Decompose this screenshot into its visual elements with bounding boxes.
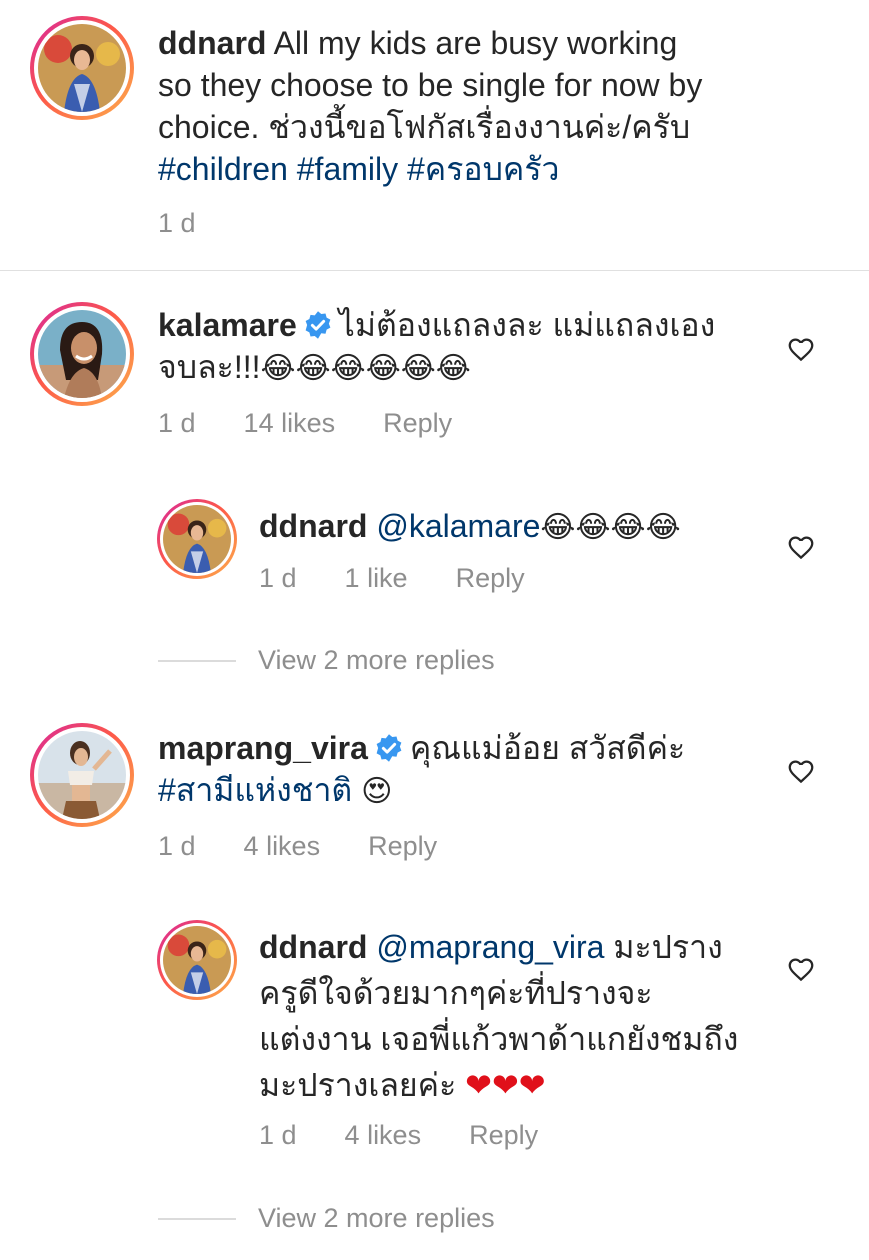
comment-meta: 1 d [158, 208, 244, 239]
caption-line: so they choose to be single for now by [158, 67, 703, 103]
reply-text: ddnard @kalamare😂😂😂😂 [259, 505, 759, 549]
avatar[interactable] [157, 920, 237, 1000]
avatar-image-kalamare [38, 310, 126, 398]
avatar-image-ddnard [38, 24, 126, 112]
reply-line: แต่งงาน เจอพี่แก้วพาด้าแกยังชมถึง [259, 1021, 739, 1057]
reply-button[interactable]: Reply [368, 831, 437, 862]
reply-item: ddnard @maprang_vira มะปราง ครูดีใจด้วยม… [0, 918, 869, 1168]
mention-link[interactable]: @maprang_vira [376, 929, 604, 965]
reply-line: มะปราง [613, 929, 723, 965]
reply-button[interactable]: Reply [469, 1120, 538, 1151]
hashtags[interactable]: #children #family #ครอบครัว [158, 151, 559, 187]
comment-line: คุณแม่อ้อย สวัสดีค่ะ [409, 730, 686, 766]
username[interactable]: ddnard [158, 25, 266, 61]
red-hearts-emoji: ❤❤❤ [465, 1067, 546, 1103]
laughing-emoji: 😂😂😂😂 [540, 511, 681, 544]
avatar[interactable] [30, 723, 134, 827]
username[interactable]: kalamare [158, 307, 297, 343]
timestamp: 1 d [259, 563, 297, 593]
username[interactable]: maprang_vira [158, 730, 368, 766]
verified-badge-icon [376, 734, 402, 762]
likes-count[interactable]: 1 like [345, 563, 408, 594]
caption-comment: ddnard All my kids are busy working so t… [0, 0, 869, 270]
mention-link[interactable]: @kalamare [376, 508, 540, 544]
divider [0, 270, 869, 271]
heart-outline-icon[interactable] [786, 954, 816, 984]
view-more-label: View 2 more replies [258, 1203, 495, 1233]
avatar[interactable] [30, 302, 134, 406]
comment-meta: 1 d 1 like Reply [259, 563, 573, 594]
verified-badge-icon [305, 311, 331, 339]
comment-meta: 1 d 4 likes Reply [259, 1120, 586, 1151]
reply-text: ddnard @maprang_vira มะปราง ครูดีใจด้วยม… [259, 924, 759, 1108]
heart-outline-icon[interactable] [786, 334, 816, 364]
view-more-replies-button[interactable]: View 2 more replies [158, 645, 495, 676]
avatar-image-ddnard [163, 926, 231, 994]
heart-outline-icon[interactable] [786, 756, 816, 786]
hashtag[interactable]: #สามีแห่งชาติ [158, 772, 352, 808]
username[interactable]: ddnard [259, 508, 367, 544]
timestamp: 1 d [158, 408, 196, 438]
heart-eyes-emoji: 😍 [361, 775, 393, 808]
avatar-image-ddnard [163, 505, 231, 573]
likes-count[interactable]: 4 likes [345, 1120, 422, 1151]
caption-line: All my kids are busy working [273, 25, 678, 61]
caption-text: ddnard All my kids are busy working so t… [158, 22, 798, 190]
comment-line: ไม่ต้องแถลงละ แม่แถลงเอง [338, 307, 716, 343]
comment-meta: 1 d 4 likes Reply [158, 831, 485, 862]
reply-button[interactable]: Reply [383, 408, 452, 439]
avatar[interactable] [157, 499, 237, 579]
view-more-label: View 2 more replies [258, 645, 495, 675]
comment-item: maprang_vira คุณแม่อ้อย สวัสดีค่ะ #สามีแห… [0, 715, 869, 875]
comment-text: maprang_vira คุณแม่อ้อย สวัสดีค่ะ #สามีแห… [158, 727, 758, 813]
divider-line [158, 659, 236, 662]
heart-outline-icon[interactable] [786, 532, 816, 562]
reply-line: ครูดีใจด้วยมากๆค่ะที่ปรางจะ [259, 975, 653, 1011]
timestamp: 1 d [259, 1120, 297, 1150]
comment-meta: 1 d 14 likes Reply [158, 408, 500, 439]
reply-button[interactable]: Reply [456, 563, 525, 594]
username[interactable]: ddnard [259, 929, 367, 965]
view-more-replies-button[interactable]: View 2 more replies [158, 1203, 495, 1234]
avatar[interactable] [30, 16, 134, 120]
reply-line: มะปรางเลยค่ะ [259, 1067, 457, 1103]
likes-count[interactable]: 4 likes [244, 831, 321, 862]
likes-count[interactable]: 14 likes [244, 408, 336, 439]
divider-line [158, 1217, 236, 1220]
reply-item: ddnard @kalamare😂😂😂😂 1 d 1 like Reply [0, 495, 869, 605]
comment-text: kalamare ไม่ต้องแถลงละ แม่แถลงเอง จบละ!!!… [158, 304, 758, 390]
timestamp: 1 d [158, 208, 196, 238]
avatar-image-maprang-vira [38, 731, 126, 819]
timestamp: 1 d [158, 831, 196, 861]
comment-item: kalamare ไม่ต้องแถลงละ แม่แถลงเอง จบละ!!!… [0, 290, 869, 450]
laughing-emoji: 😂😂😂😂😂😂 [260, 352, 471, 385]
caption-line: choice. ช่วงนี้ขอโฟกัสเรื่องงานค่ะ/ครับ [158, 109, 691, 145]
comment-line: จบละ!!! [158, 349, 261, 385]
